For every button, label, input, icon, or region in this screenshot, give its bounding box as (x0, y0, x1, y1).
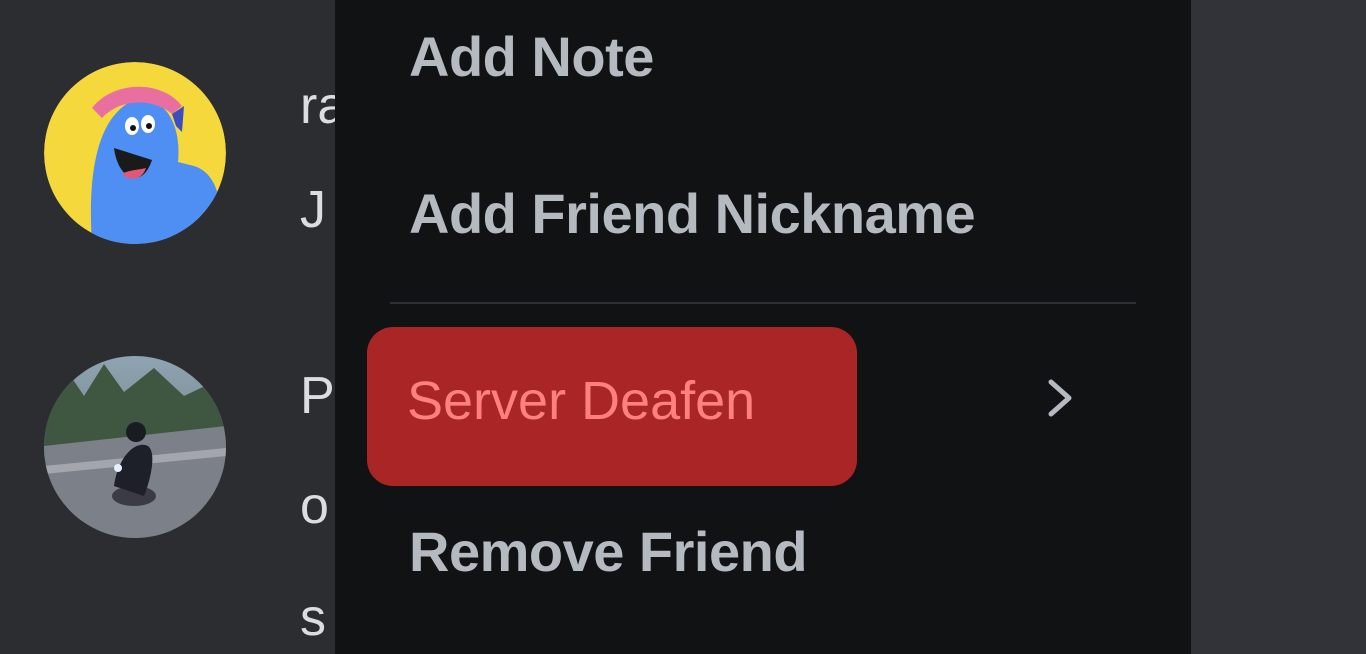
member-status: o (300, 477, 329, 535)
avatar[interactable] (44, 356, 226, 538)
user-context-menu: Add Note Add Friend Nickname Server Deaf… (335, 0, 1191, 654)
menu-item-add-note[interactable]: Add Note (409, 24, 654, 89)
menu-divider (390, 302, 1136, 304)
chat-area-edge (1190, 0, 1366, 654)
member-activity: s (300, 589, 326, 647)
menu-item-remove-friend[interactable]: Remove Friend (409, 519, 808, 584)
member-list: ra J P o s (0, 0, 346, 654)
member-name: P (300, 367, 335, 425)
menu-item-server-deafen[interactable]: Server Deafen (407, 370, 755, 432)
member-row[interactable]: ra J (44, 62, 364, 252)
menu-item-add-friend-nickname[interactable]: Add Friend Nickname (409, 181, 976, 246)
app-window: ra J P o s Add Note Add Friend Nickname … (0, 0, 1366, 654)
chevron-right-icon[interactable] (1043, 376, 1077, 420)
motorcycle-photo-avatar-icon (44, 356, 226, 538)
member-status: J (300, 181, 326, 239)
cartoon-avatar-icon (44, 62, 226, 244)
member-row[interactable]: P o s (44, 356, 364, 644)
avatar[interactable] (44, 62, 226, 244)
